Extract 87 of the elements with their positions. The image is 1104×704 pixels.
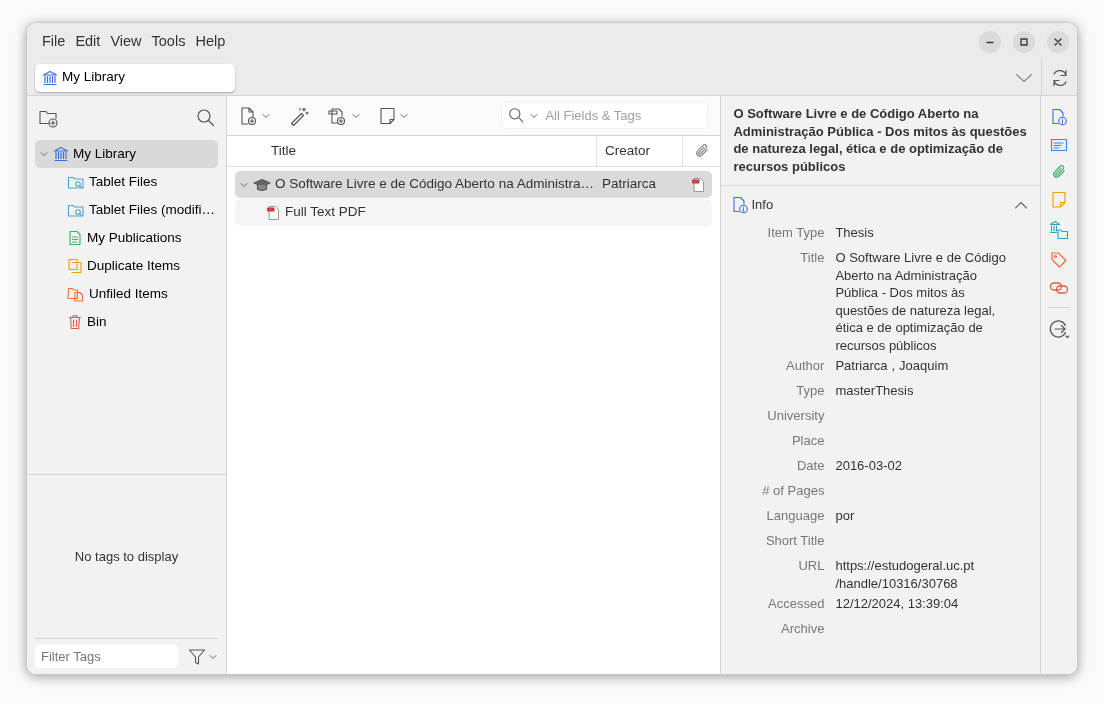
maximize-button[interactable]: [1013, 30, 1035, 53]
field-value[interactable]: O Software Livre e de Código Aberto na Administração Pública - Dos mitos às questões de natureza legal, ética e de optimização de recursos públicos: [835, 249, 1010, 354]
collection-item[interactable]: Tablet Files (modifi…: [35, 196, 218, 224]
close-button[interactable]: [1047, 30, 1069, 53]
item-heading: O Software Livre e de Código Aberto na Administração Pública - Dos mitos às questões de natureza legal, ética e de optimização de recursos públicos: [733, 105, 1028, 175]
libraries-collections-button[interactable]: [1049, 220, 1069, 240]
library-tab[interactable]: My Library: [35, 63, 235, 92]
collection-item[interactable]: Bin: [35, 308, 218, 336]
filter-icon: [188, 647, 206, 666]
item-row[interactable]: O Software Livre e de Código Aberto na Administra… Patriarca: [235, 171, 713, 198]
field-label: Type: [796, 383, 825, 398]
field-label: URL: [798, 558, 825, 573]
attachment-row[interactable]: Full Text PDF: [235, 199, 713, 226]
menu-item[interactable]: Tools: [146, 28, 191, 55]
tabs-dropdown-button[interactable]: [1015, 71, 1033, 84]
new-note-button[interactable]: [379, 105, 409, 126]
collapse-chevron-icon[interactable]: [39, 149, 49, 159]
saved-search-icon: [67, 174, 85, 190]
field-value[interactable]: 2016-03-02: [835, 457, 1010, 475]
filter-menu-button[interactable]: [188, 647, 218, 666]
close-icon: [1053, 36, 1063, 47]
field-value[interactable]: 12/12/2024, 13:39:04: [835, 595, 1010, 613]
field-value[interactable]: https://estudogeral.uc.pt /handle/10316/30768: [835, 557, 1010, 592]
library-icon: [53, 146, 69, 162]
new-item-button[interactable]: [239, 105, 271, 126]
related-section-button[interactable]: [1049, 280, 1069, 296]
field-label: Title: [800, 250, 825, 265]
duplicate-icon: [67, 258, 83, 274]
collapse-section-button[interactable]: [1014, 200, 1029, 210]
saved-search-icon: [67, 202, 85, 218]
attachments-section-button[interactable]: [1051, 164, 1067, 180]
search-bar[interactable]: All Fields & Tags: [501, 102, 709, 129]
menu-item[interactable]: Help: [190, 28, 231, 55]
author-first-name[interactable]: Joaquim: [899, 357, 949, 375]
new-item-icon: [239, 105, 259, 126]
locate-button[interactable]: [1049, 319, 1069, 339]
maximize-icon: [1019, 36, 1029, 47]
collection-item[interactable]: Unfiled Items: [35, 280, 218, 308]
field-label: Place: [791, 433, 825, 448]
filter-tags-field[interactable]: Filter Tags: [35, 645, 178, 668]
section-title: Info: [751, 196, 774, 215]
menu-item[interactable]: File: [37, 28, 71, 55]
pdf-attachment-icon[interactable]: [691, 176, 706, 193]
menu-item[interactable]: View: [105, 28, 147, 55]
column-header[interactable]: Creator: [605, 140, 650, 162]
field-value[interactable]: por: [835, 507, 1010, 525]
field-label: Archive: [781, 621, 825, 636]
collection-item[interactable]: Tablet Files: [35, 168, 218, 196]
collection-item[interactable]: My Publications: [35, 224, 218, 252]
collection-item[interactable]: Duplicate Items: [35, 252, 218, 280]
attachment-title: Full Text PDF: [285, 203, 366, 222]
field-value[interactable]: Thesis: [835, 224, 1010, 242]
add-attachment-button[interactable]: [327, 105, 361, 126]
trash-icon: [67, 314, 83, 330]
author-last-name[interactable]: Patriarca: [835, 357, 888, 375]
search-button[interactable]: [196, 108, 216, 128]
new-collection-button[interactable]: [38, 108, 60, 128]
field-label: University: [767, 408, 825, 423]
attachment-column-icon[interactable]: [693, 143, 710, 159]
name-separator: ,: [891, 357, 896, 375]
info-section-button[interactable]: [1050, 108, 1068, 126]
tags-section-button[interactable]: [1050, 251, 1068, 269]
item-creator: Patriarca: [602, 176, 657, 192]
collection-item[interactable]: My Library: [35, 140, 218, 168]
unfiled-folder-icon: [67, 286, 85, 302]
library-icon: [42, 69, 58, 86]
pdf-icon: [267, 204, 281, 221]
search-icon: [508, 107, 526, 124]
field-label: Language: [766, 508, 825, 523]
field-label: Item Type: [767, 225, 825, 240]
abstract-section-button[interactable]: [1050, 137, 1068, 153]
notes-section-button[interactable]: [1051, 191, 1067, 209]
empty-tags-message: No tags to display: [74, 547, 179, 566]
item-title: O Software Livre e de Código Aberto na Administra…: [275, 175, 594, 194]
field-value[interactable]: masterThesis: [835, 382, 1010, 400]
column-header[interactable]: Title: [271, 140, 296, 162]
document-icon: [67, 230, 83, 246]
menu-item[interactable]: Edit: [70, 28, 106, 55]
magic-wand-button[interactable]: [289, 105, 309, 126]
new-note-icon: [379, 105, 397, 126]
field-label: Short Title: [765, 533, 825, 548]
field-label: Author: [786, 358, 825, 373]
graduation-cap-icon: [253, 176, 271, 193]
field-label: # of Pages: [762, 483, 825, 498]
info-icon: [731, 196, 750, 214]
field-label: Accessed: [768, 596, 825, 611]
field-label: Date: [796, 458, 825, 473]
